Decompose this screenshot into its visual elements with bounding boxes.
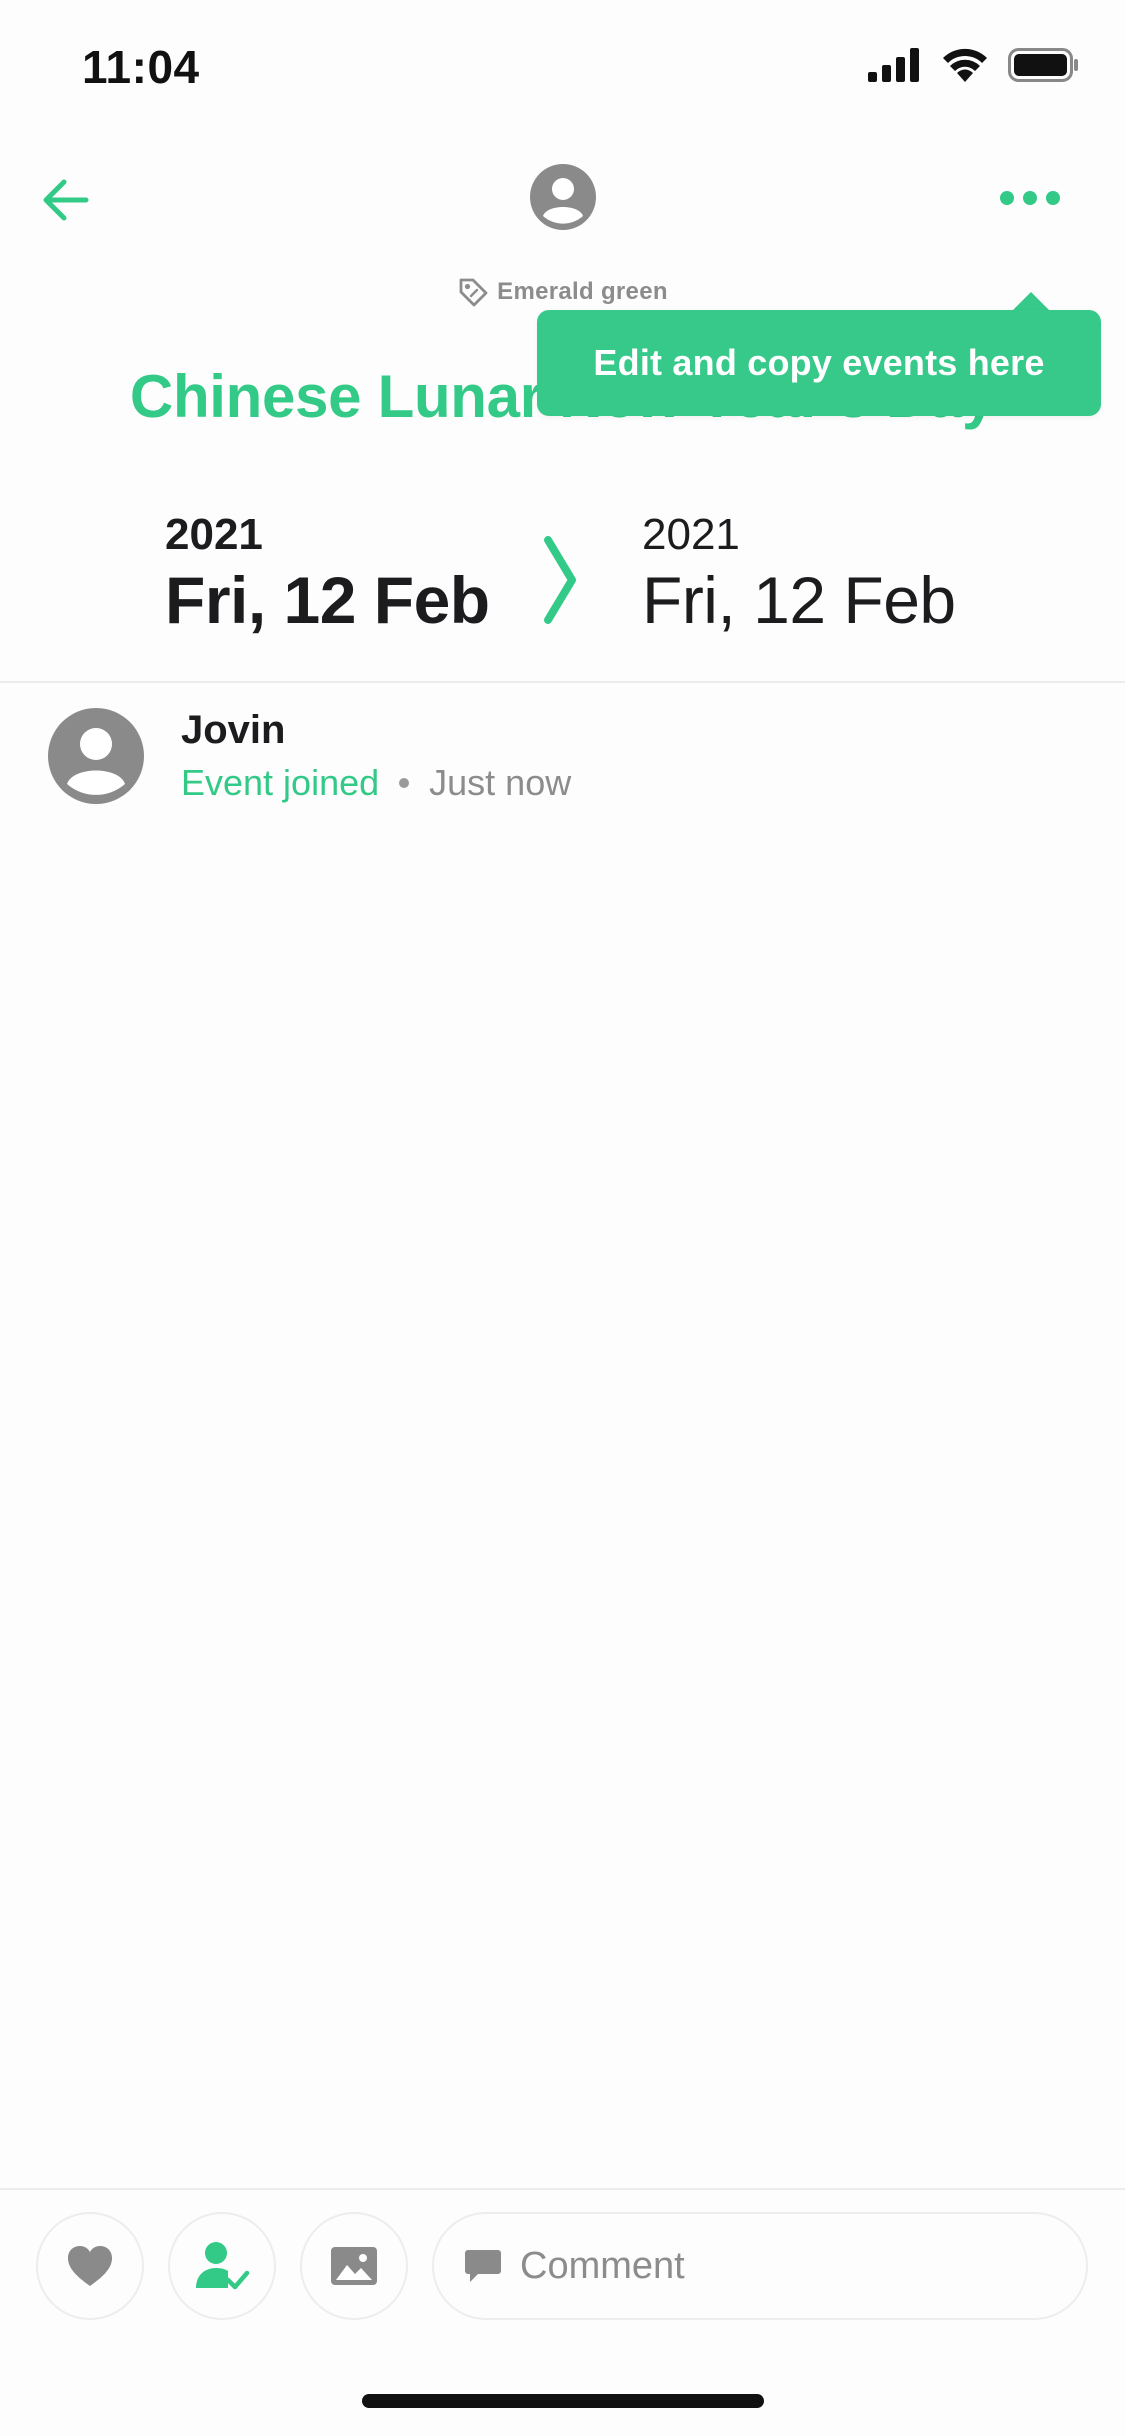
status-bar: 11:04 [0, 0, 1125, 132]
image-icon [331, 2247, 377, 2285]
chevron-right-icon [544, 536, 576, 624]
activity-meta: Event joined Just now [181, 762, 571, 804]
activity-item[interactable]: Jovin Event joined Just now [0, 700, 1125, 820]
like-button[interactable] [36, 2212, 144, 2320]
cellular-signal-icon [868, 48, 919, 82]
user-check-icon [196, 2242, 250, 2290]
event-label[interactable]: Emerald green [0, 272, 1125, 312]
heart-icon [68, 2246, 112, 2286]
owner-avatar[interactable] [530, 164, 596, 230]
tag-icon [459, 278, 488, 307]
end-date: Fri, 12 Feb [642, 563, 956, 637]
status-time: 11:04 [82, 41, 200, 93]
divider [0, 681, 1125, 683]
action-bar: Comment [0, 2212, 1125, 2322]
tooltip-text: Edit and copy events here [593, 342, 1045, 383]
start-year: 2021 [165, 510, 263, 559]
activity-user-name: Jovin [181, 708, 286, 752]
battery-icon [1008, 48, 1078, 82]
divider [0, 2188, 1125, 2190]
start-date: Fri, 12 Feb [165, 563, 490, 637]
separator-dot [399, 778, 410, 788]
event-label-text: Emerald green [497, 278, 668, 305]
nav-bar [0, 150, 1125, 250]
more-dots-icon [1000, 191, 1060, 205]
activity-status: Event joined [181, 762, 380, 803]
comment-input[interactable]: Comment [432, 2212, 1088, 2320]
speech-bubble-icon [465, 2250, 501, 2282]
activity-time: Just now [429, 762, 572, 803]
comment-placeholder: Comment [520, 2244, 685, 2287]
back-button[interactable] [36, 170, 96, 230]
wifi-icon [943, 48, 987, 82]
home-indicator [362, 2394, 764, 2408]
user-avatar-icon [530, 164, 596, 230]
date-range[interactable]: 2021 Fri, 12 Feb 2021 Fri, 12 Feb [0, 510, 1125, 660]
status-icons [868, 48, 1080, 82]
add-photo-button[interactable] [300, 2212, 408, 2320]
user-avatar-icon [48, 708, 144, 804]
tooltip[interactable]: Edit and copy events here [537, 310, 1101, 416]
tooltip-arrow [1013, 292, 1049, 310]
end-year: 2021 [642, 510, 740, 559]
join-button[interactable] [168, 2212, 276, 2320]
more-button[interactable] [995, 178, 1065, 218]
arrow-left-icon [43, 179, 89, 221]
